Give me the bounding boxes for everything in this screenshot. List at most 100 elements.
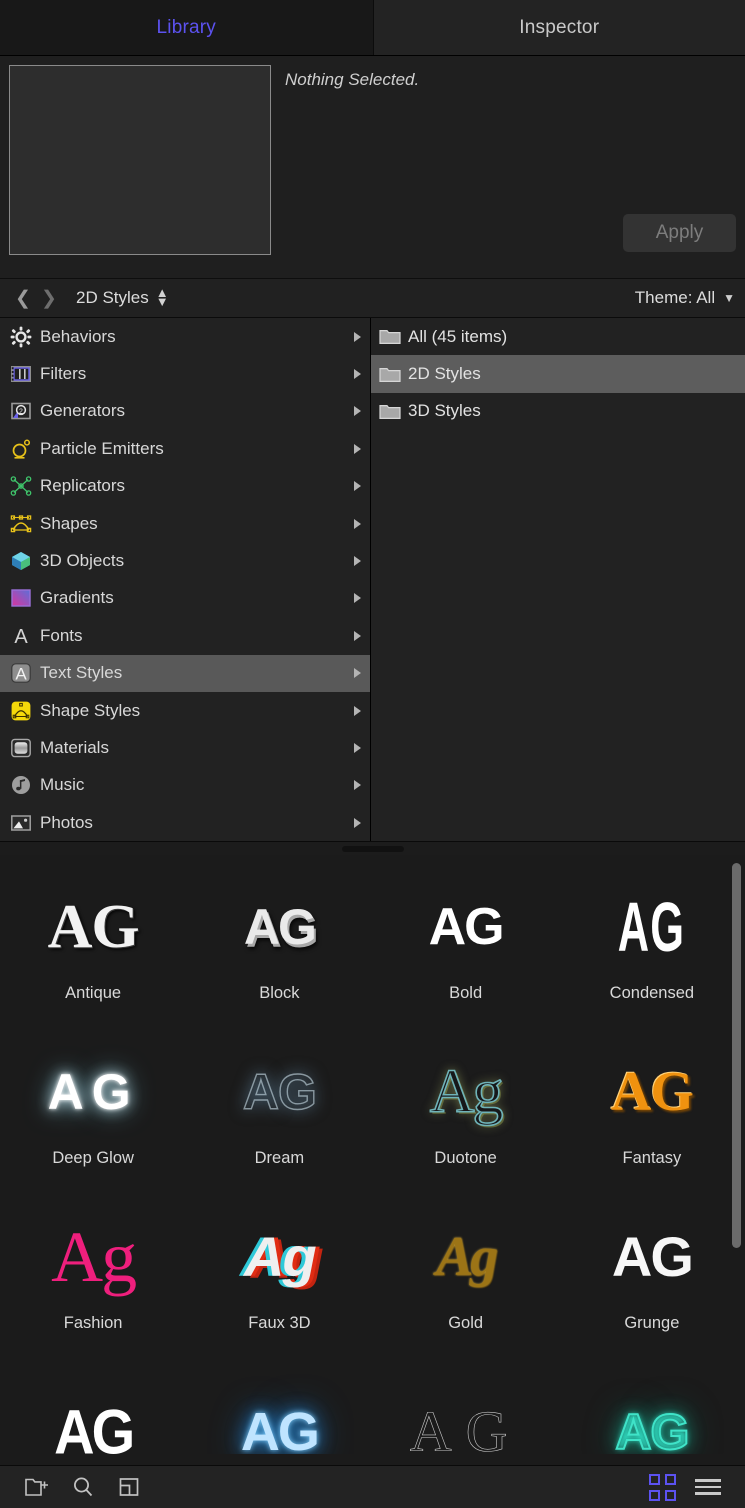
chevron-right-icon[interactable]: ❯ bbox=[36, 289, 62, 308]
photo-icon bbox=[8, 810, 34, 836]
disclosure-arrow-icon[interactable] bbox=[354, 369, 361, 379]
folder-column[interactable]: All (45 items) 2D Styles 3D Styles bbox=[371, 318, 745, 841]
grid-item[interactable]: Ag Faux 3D bbox=[186, 1185, 372, 1350]
disclosure-arrow-icon[interactable] bbox=[354, 332, 361, 342]
chevron-left-icon[interactable]: ❮ bbox=[10, 289, 36, 308]
sidebar-item-label: Replicators bbox=[40, 476, 125, 496]
grid-item[interactable]: AG Dream bbox=[186, 1020, 372, 1185]
panel-resize-divider[interactable] bbox=[0, 841, 745, 855]
style-preview: AG bbox=[186, 1037, 372, 1147]
list-view-icon[interactable] bbox=[685, 1466, 731, 1508]
chevron-down-icon[interactable]: ▼ bbox=[723, 291, 735, 305]
folder-icon bbox=[379, 403, 401, 420]
disclosure-arrow-icon[interactable] bbox=[354, 706, 361, 716]
sidebar-item-label: Generators bbox=[40, 401, 125, 421]
bottom-toolbar bbox=[0, 1465, 745, 1508]
shape-style-icon bbox=[8, 698, 34, 724]
grid-item[interactable]: AG Antique bbox=[0, 855, 186, 1020]
grid-item[interactable]: AG Grunge bbox=[559, 1185, 745, 1350]
disclosure-arrow-icon[interactable] bbox=[354, 818, 361, 828]
grid-item[interactable]: AG Condensed bbox=[559, 855, 745, 1020]
sidebar-item-materials[interactable]: Materials bbox=[0, 729, 370, 766]
grid-scrollbar[interactable] bbox=[732, 863, 741, 1461]
folder-item-all[interactable]: All (45 items) bbox=[371, 318, 745, 355]
disclosure-arrow-icon[interactable] bbox=[354, 780, 361, 790]
apply-button[interactable]: Apply bbox=[623, 214, 736, 252]
sidebar-item-label: Shape Styles bbox=[40, 701, 140, 721]
cube-icon bbox=[8, 548, 34, 574]
search-icon[interactable] bbox=[60, 1466, 106, 1508]
shapes-icon bbox=[8, 511, 34, 537]
style-preview: AG bbox=[559, 872, 745, 982]
style-sample-glyphs: AG bbox=[241, 1405, 318, 1455]
folder-item-3d-styles[interactable]: 3D Styles bbox=[371, 393, 745, 430]
sidebar-item-replicators[interactable]: Replicators bbox=[0, 468, 370, 505]
category-column[interactable]: Behaviors Filters bbox=[0, 318, 371, 841]
new-folder-icon[interactable] bbox=[14, 1466, 60, 1508]
sidebar-item-shape-styles[interactable]: Shape Styles bbox=[0, 692, 370, 729]
sidebar-item-generators[interactable]: 2 Generators bbox=[0, 393, 370, 430]
grid-item[interactable]: AG Block bbox=[186, 855, 372, 1020]
sidebar-item-fonts[interactable]: A Fonts bbox=[0, 617, 370, 654]
styles-grid-row-4: AG AG AG AG bbox=[0, 1350, 745, 1454]
svg-text:A: A bbox=[15, 665, 27, 684]
grid-view-icon[interactable] bbox=[639, 1466, 685, 1508]
folder-item-2d-styles[interactable]: 2D Styles bbox=[371, 355, 745, 392]
disclosure-arrow-icon[interactable] bbox=[354, 556, 361, 566]
sidebar-item-text-styles[interactable]: A Text Styles bbox=[0, 655, 370, 692]
disclosure-arrow-icon[interactable] bbox=[354, 406, 361, 416]
style-sample-glyphs: AG bbox=[615, 1407, 688, 1455]
disclosure-arrow-icon[interactable] bbox=[354, 519, 361, 529]
sidebar-item-shapes[interactable]: Shapes bbox=[0, 505, 370, 542]
selection-status: Nothing Selected. bbox=[285, 70, 745, 90]
tab-inspector[interactable]: Inspector bbox=[373, 0, 745, 55]
sidebar-item-behaviors[interactable]: Behaviors bbox=[0, 318, 370, 355]
disclosure-arrow-icon[interactable] bbox=[354, 743, 361, 753]
path-label[interactable]: 2D Styles bbox=[76, 288, 149, 308]
disclosure-arrow-icon[interactable] bbox=[354, 668, 361, 678]
panel-layout-icon[interactable] bbox=[106, 1466, 152, 1508]
style-preview: AG bbox=[559, 1202, 745, 1312]
browser-columns: Behaviors Filters bbox=[0, 318, 745, 841]
music-note-icon bbox=[8, 772, 34, 798]
disclosure-arrow-icon[interactable] bbox=[354, 631, 361, 641]
sidebar-item-photos[interactable]: Photos bbox=[0, 804, 370, 841]
style-sample-glyphs: AG bbox=[48, 1067, 139, 1117]
sidebar-item-label: Behaviors bbox=[40, 327, 116, 347]
grid-item[interactable]: AG bbox=[373, 1350, 559, 1454]
resize-handle-icon[interactable] bbox=[342, 846, 404, 852]
style-sample-glyphs: AG bbox=[618, 892, 686, 962]
sort-updown-icon[interactable]: ▲▼ bbox=[156, 288, 169, 307]
style-sample-glyphs: AG bbox=[244, 902, 315, 952]
grid-item[interactable]: Ag Fashion bbox=[0, 1185, 186, 1350]
sidebar-item-music[interactable]: Music bbox=[0, 767, 370, 804]
tab-library[interactable]: Library bbox=[0, 0, 373, 55]
grid-scrollbar-thumb[interactable] bbox=[732, 863, 741, 1248]
style-name: Bold bbox=[449, 984, 482, 1003]
grid-item[interactable]: AG Bold bbox=[373, 855, 559, 1020]
folder-icon bbox=[379, 328, 401, 345]
grid-item[interactable]: AG Deep Glow bbox=[0, 1020, 186, 1185]
sidebar-item-gradients[interactable]: Gradients bbox=[0, 580, 370, 617]
grid-item[interactable]: AG Fantasy bbox=[559, 1020, 745, 1185]
theme-filter-label[interactable]: Theme: All bbox=[635, 288, 715, 308]
grid-item[interactable]: AG bbox=[186, 1350, 372, 1454]
style-preview: Ag bbox=[0, 1202, 186, 1312]
disclosure-arrow-icon[interactable] bbox=[354, 481, 361, 491]
grid-item[interactable]: Ag Duotone bbox=[373, 1020, 559, 1185]
grid-item[interactable]: AG bbox=[559, 1350, 745, 1454]
sidebar-item-filters[interactable]: Filters bbox=[0, 355, 370, 392]
style-sample-glyphs: AG bbox=[612, 1229, 692, 1285]
folder-item-label: All (45 items) bbox=[408, 327, 507, 347]
grid-item[interactable]: Ag Gold bbox=[373, 1185, 559, 1350]
sidebar-item-particle-emitters[interactable]: Particle Emitters bbox=[0, 430, 370, 467]
sidebar-item-label: Music bbox=[40, 775, 84, 795]
sidebar-item-3d-objects[interactable]: 3D Objects bbox=[0, 542, 370, 579]
style-preview: AG bbox=[0, 1037, 186, 1147]
tab-inspector-label: Inspector bbox=[519, 17, 599, 39]
styles-grid-area[interactable]: AG Antique AG Block AG Bold AG Condensed… bbox=[0, 855, 745, 1465]
disclosure-arrow-icon[interactable] bbox=[354, 444, 361, 454]
disclosure-arrow-icon[interactable] bbox=[354, 593, 361, 603]
grid-item[interactable]: AG bbox=[0, 1350, 186, 1454]
particle-emitter-icon bbox=[8, 436, 34, 462]
